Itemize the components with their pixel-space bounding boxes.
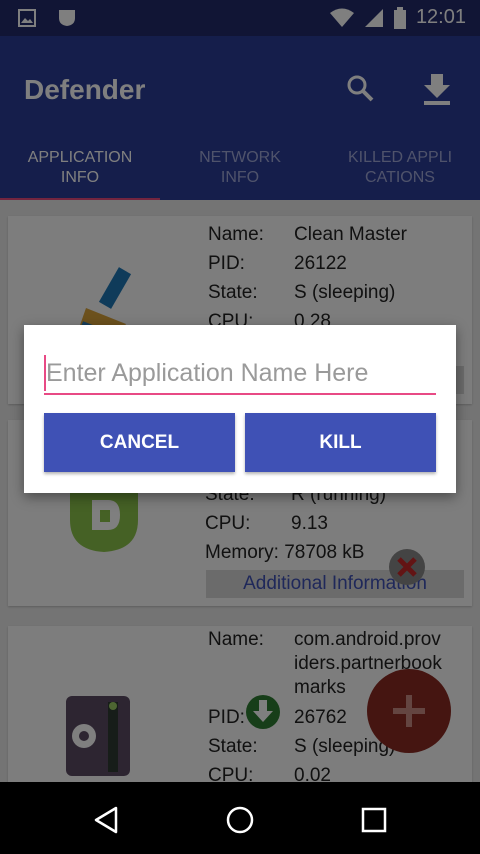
home-icon[interactable] (225, 805, 255, 835)
navigation-bar (0, 782, 480, 854)
app-name-input[interactable] (44, 353, 436, 395)
back-icon[interactable] (93, 806, 119, 834)
cancel-button[interactable]: CANCEL (44, 413, 235, 472)
text-cursor (44, 355, 46, 391)
recents-icon[interactable] (361, 807, 387, 833)
kill-button[interactable]: KILL (245, 413, 436, 472)
kill-app-dialog: CANCEL KILL (24, 325, 456, 493)
